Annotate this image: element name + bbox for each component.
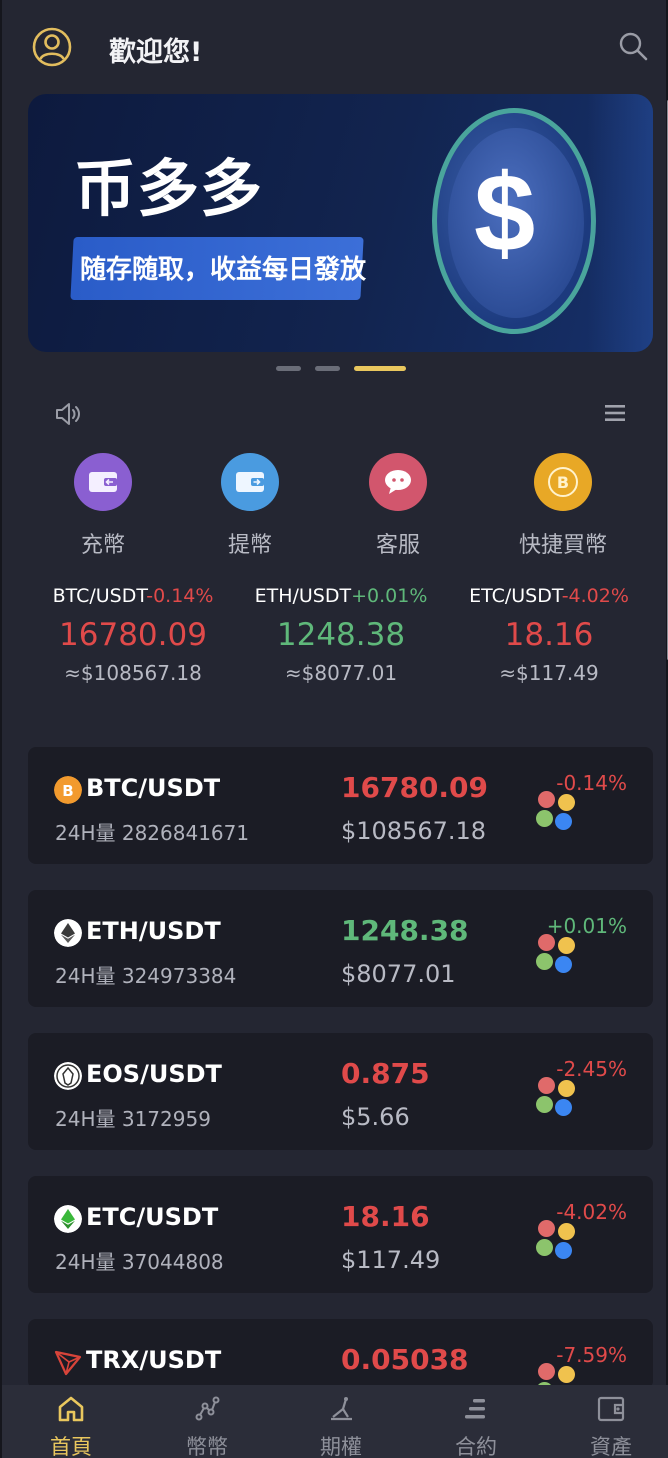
market-price: 0.05038 [341, 1343, 469, 1376]
app-frame: 歡迎您! 币多多 随存随取，收益每日發放 $ 充幣 提幣 客服 B 快捷買幣 B… [0, 0, 668, 1458]
nav-assets[interactable]: 資產 [566, 1395, 656, 1458]
ticker-eth[interactable]: ETH/USDT+0.01% 1248.38 ≈$8077.01 [236, 585, 446, 685]
welcome-text: 歡迎您! [109, 37, 203, 68]
market-pair: ETC/USDT [86, 1203, 219, 1231]
bitcoin-icon: B [54, 776, 82, 804]
header: 歡迎您! [2, 0, 668, 96]
svg-text:B: B [557, 473, 569, 492]
banner-subtitle: 随存随取，收益每日發放 [80, 255, 367, 285]
banner-title: 币多多 [74, 152, 264, 225]
market-price: 16780.09 [341, 771, 489, 804]
carousel-indicator [2, 366, 668, 374]
market-pair: EOS/USDT [86, 1060, 222, 1088]
menu-icon[interactable] [605, 405, 625, 421]
trend-dots-icon [534, 1220, 578, 1264]
market-row-etc[interactable]: ETC/USDT 24H量 37044808 18.16 $117.49 -4.… [28, 1176, 653, 1293]
carousel-dot-3-active[interactable] [354, 366, 406, 371]
eos-icon [54, 1062, 82, 1090]
contract-stack-icon [465, 1399, 485, 1419]
market-usd: $108567.18 [341, 817, 487, 845]
trade-nodes-icon [195, 1396, 220, 1421]
options-chart-icon [331, 1397, 352, 1421]
nav-label: 資產 [590, 1435, 632, 1458]
ticker-price: 1248.38 [276, 617, 406, 653]
quick-action-withdraw[interactable]: 提幣 [190, 453, 310, 559]
market-volume: 24H量 37044808 [55, 1250, 224, 1274]
trend-dots-icon [534, 1077, 578, 1121]
promo-banner[interactable]: 币多多 随存随取，收益每日發放 $ [28, 94, 653, 352]
ticker-etc[interactable]: ETC/USDT-4.02% 18.16 ≈$117.49 [444, 585, 654, 685]
market-price: 18.16 [341, 1200, 430, 1233]
nav-options[interactable]: 期權 [296, 1395, 386, 1458]
nav-label: 幣幣 [186, 1435, 228, 1458]
market-row-btc[interactable]: B BTC/USDT 24H量 2826841671 16780.09 $108… [28, 747, 653, 864]
deposit-wallet-icon [74, 453, 132, 511]
ticker-change: -4.02% [561, 585, 629, 607]
wallet-icon [597, 1396, 625, 1422]
market-pair: BTC/USDT [86, 774, 221, 802]
search-icon[interactable] [618, 31, 648, 61]
speaker-icon [56, 403, 80, 425]
dollar-coin-icon: $ [474, 152, 536, 275]
user-circle-icon[interactable] [32, 27, 72, 67]
quick-action-buy[interactable]: B 快捷買幣 [503, 453, 623, 559]
quick-action-deposit[interactable]: 充幣 [43, 453, 163, 559]
market-row-eos[interactable]: EOS/USDT 24H量 3172959 0.875 $5.66 -2.45% [28, 1033, 653, 1150]
carousel-dot-2[interactable] [315, 366, 340, 371]
carousel-dot-1[interactable] [276, 366, 301, 371]
svg-text:B: B [62, 782, 73, 800]
ticker-pair-line: ETH/USDT+0.01% [236, 585, 446, 607]
chat-bubble-icon [369, 453, 427, 511]
market-pair: ETH/USDT [86, 917, 221, 945]
ticker-pair: BTC/USDT [52, 585, 147, 607]
nav-home[interactable]: 首頁 [26, 1395, 116, 1458]
trend-dots-icon [534, 791, 578, 835]
quick-action-label: 提幣 [227, 533, 272, 558]
ticker-pair: ETH/USDT [254, 585, 352, 607]
market-pair: TRX/USDT [86, 1346, 222, 1374]
ticker-change: -0.14% [146, 585, 214, 607]
nav-spot[interactable]: 幣幣 [162, 1395, 252, 1458]
nav-label: 期權 [320, 1435, 362, 1458]
banner-glow [588, 94, 653, 352]
ethereum-classic-icon [54, 1205, 82, 1233]
market-volume: 24H量 324973384 [55, 964, 237, 988]
quick-action-support[interactable]: 客服 [338, 453, 458, 559]
ticker-price: 18.16 [504, 617, 594, 653]
nav-contract[interactable]: 合約 [431, 1395, 521, 1458]
nav-label: 首頁 [50, 1435, 92, 1458]
ticker-btc[interactable]: BTC/USDT-0.14% 16780.09 ≈$108567.18 [28, 585, 238, 685]
nav-label: 合約 [455, 1435, 497, 1458]
quick-action-label: 客服 [375, 533, 420, 558]
ticker-usd: ≈$117.49 [499, 661, 599, 685]
ticker-pair-line: BTC/USDT-0.14% [28, 585, 238, 607]
market-row-trx[interactable]: TRX/USDT 0.05038 -7.59% [28, 1319, 653, 1389]
market-volume: 24H量 2826841671 [55, 821, 250, 845]
market-usd: $117.49 [341, 1246, 441, 1274]
ticker-change: +0.01% [351, 585, 428, 607]
market-row-eth[interactable]: ETH/USDT 24H量 324973384 1248.38 $8077.01… [28, 890, 653, 1007]
withdraw-wallet-icon [221, 453, 279, 511]
market-usd: $5.66 [341, 1103, 410, 1131]
trend-dots-icon [534, 934, 578, 978]
home-icon [58, 1396, 84, 1422]
bottom-nav: 首頁 幣幣 期權 合約 資產 [2, 1385, 668, 1458]
quick-action-label: 快捷買幣 [518, 533, 607, 558]
ticker-usd: ≈$8077.01 [284, 661, 398, 685]
ticker-price: 16780.09 [59, 617, 207, 653]
ethereum-icon [54, 919, 82, 947]
tron-icon [54, 1350, 82, 1376]
market-usd: $8077.01 [341, 960, 456, 988]
market-price: 0.875 [341, 1057, 430, 1090]
quick-action-label: 充幣 [80, 533, 125, 558]
market-price: 1248.38 [341, 914, 469, 947]
ticker-pair-line: ETC/USDT-4.02% [444, 585, 654, 607]
ticker-pair: ETC/USDT [469, 585, 562, 607]
bitcoin-coin-icon: B [534, 453, 592, 511]
market-volume: 24H量 3172959 [55, 1107, 211, 1131]
ticker-usd: ≈$108567.18 [64, 661, 202, 685]
